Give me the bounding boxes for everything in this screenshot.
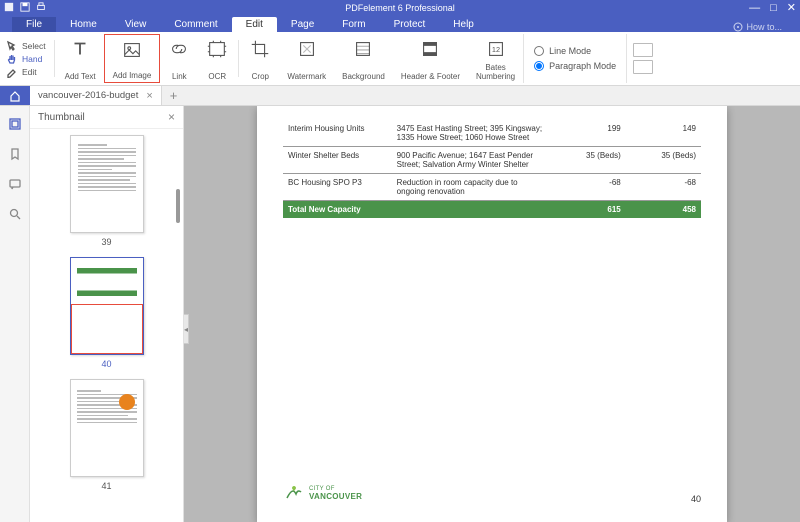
how-to-link[interactable]: How to... xyxy=(733,22,782,32)
thumbnail-item[interactable]: 39 xyxy=(30,135,183,247)
sidebar-search-icon[interactable] xyxy=(7,206,23,222)
thumbnail-item[interactable]: 40 xyxy=(30,257,183,369)
document-tab[interactable]: vancouver-2016-budget × xyxy=(30,86,162,105)
close-thumbnail-icon[interactable]: × xyxy=(168,110,175,124)
add-image-button[interactable]: Add Image xyxy=(104,34,161,83)
crop-button[interactable]: Crop xyxy=(241,34,279,83)
add-tab-button[interactable]: + xyxy=(162,88,186,103)
menu-file[interactable]: File xyxy=(12,17,56,32)
maximize-button[interactable]: □ xyxy=(770,3,777,14)
tool-edit[interactable]: Edit xyxy=(6,66,46,78)
ocr-button[interactable]: OCR xyxy=(198,34,236,83)
menu-help[interactable]: Help xyxy=(439,17,488,32)
thumbnail-panel: Thumbnail × 39 40 xyxy=(30,106,184,522)
ribbon-extra-1[interactable] xyxy=(633,43,653,57)
menu-form[interactable]: Form xyxy=(328,17,379,32)
menu-comment[interactable]: Comment xyxy=(160,17,231,32)
print-icon[interactable] xyxy=(36,2,46,14)
thumbnail-page-number: 39 xyxy=(101,237,111,247)
ribbon: Select Hand Edit Add Text Add Image Link… xyxy=(0,32,800,86)
page-number: 40 xyxy=(691,494,701,504)
menu-protect[interactable]: Protect xyxy=(380,17,440,32)
thumbnail-title: Thumbnail xyxy=(38,112,85,123)
table-row: Interim Housing Units 3475 East Hasting … xyxy=(283,120,701,147)
thumbnail-scrollbar[interactable] xyxy=(176,189,180,223)
table-total-row: Total New Capacity 615 458 xyxy=(283,201,701,219)
app-icon xyxy=(4,2,14,14)
table-row: Winter Shelter Beds 900 Pacific Avenue; … xyxy=(283,147,701,174)
thumbnail-page-number: 40 xyxy=(101,359,111,369)
tool-hand[interactable]: Hand xyxy=(6,53,46,65)
svg-text:12: 12 xyxy=(491,45,499,54)
menu-edit[interactable]: Edit xyxy=(232,17,277,32)
tabbar: vancouver-2016-budget × + xyxy=(0,86,800,106)
document-page: Interim Housing Units 3475 East Hasting … xyxy=(257,106,727,522)
save-icon[interactable] xyxy=(20,2,30,14)
header-footer-button[interactable]: Header & Footer xyxy=(393,34,468,83)
collapse-panel-handle[interactable]: ◂ xyxy=(184,314,189,344)
sidebar-thumbnails-icon[interactable] xyxy=(7,116,23,132)
thumbnail-page-number: 41 xyxy=(101,481,111,491)
menu-page[interactable]: Page xyxy=(277,17,328,32)
sidebar-bookmarks-icon[interactable] xyxy=(7,146,23,162)
capacity-table: Interim Housing Units 3475 East Hasting … xyxy=(283,120,701,218)
close-button[interactable]: ✕ xyxy=(787,3,796,14)
home-tab-icon[interactable] xyxy=(0,86,30,105)
link-button[interactable]: Link xyxy=(160,34,198,83)
titlebar: PDFelement 6 Professional — □ ✕ xyxy=(0,0,800,16)
tool-select[interactable]: Select xyxy=(6,40,46,52)
document-viewport[interactable]: ◂ Interim Housing Units 3475 East Hastin… xyxy=(184,106,800,522)
ribbon-extra-2[interactable] xyxy=(633,60,653,74)
minimize-button[interactable]: — xyxy=(749,3,760,14)
sidebar-comments-icon[interactable] xyxy=(7,176,23,192)
menubar: File Home View Comment Edit Page Form Pr… xyxy=(0,16,800,32)
thumbnail-list[interactable]: 39 40 41 xyxy=(30,129,183,522)
line-mode-radio[interactable]: Line Mode xyxy=(534,46,616,56)
close-tab-icon[interactable]: × xyxy=(146,90,152,102)
city-logo: CITY OFVANCOUVER xyxy=(283,482,362,504)
menu-home[interactable]: Home xyxy=(56,17,111,32)
bates-numbering-button[interactable]: 12 Bates Numbering xyxy=(468,34,523,83)
thumbnail-item[interactable]: 41 xyxy=(30,379,183,491)
background-button[interactable]: Background xyxy=(334,34,393,83)
app-title: PDFelement 6 Professional xyxy=(345,3,455,13)
table-row: BC Housing SPO P3 Reduction in room capa… xyxy=(283,174,701,201)
watermark-button[interactable]: Watermark xyxy=(279,34,334,83)
sidebar-icons xyxy=(0,106,30,522)
menu-view[interactable]: View xyxy=(111,17,161,32)
workarea: Thumbnail × 39 40 xyxy=(0,106,800,522)
paragraph-mode-radio[interactable]: Paragraph Mode xyxy=(534,61,616,71)
add-text-button[interactable]: Add Text xyxy=(57,34,104,83)
